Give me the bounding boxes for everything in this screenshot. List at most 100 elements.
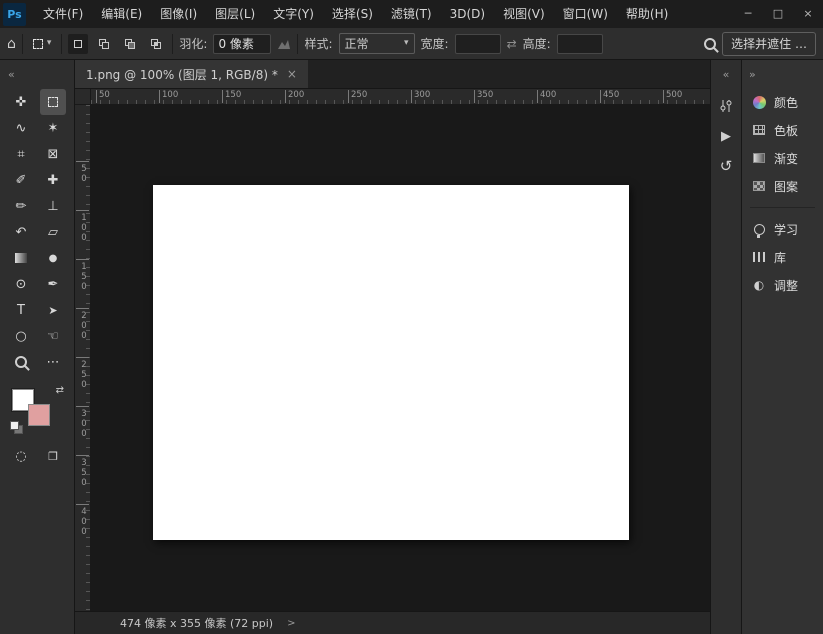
lasso-tool[interactable]: ∿ [8,115,34,141]
vertical-ruler[interactable]: 50 100 150 200 250 300 350 400 [75,105,91,611]
style-label: 样式: [304,37,333,51]
menu-view[interactable]: 视图(V) [494,0,554,28]
eraser-tool[interactable]: ▱ [40,219,66,245]
path-selection-tool[interactable]: ➤ [40,297,66,323]
panel-label: 图案 [774,179,799,194]
menu-edit[interactable]: 编辑(E) [92,0,151,28]
ruler-label: 450 [600,90,619,103]
horizontal-type-tool[interactable]: T [8,297,34,323]
panel-item-color[interactable]: 颜色 [742,88,823,116]
menu-window[interactable]: 窗口(W) [554,0,617,28]
new-selection-button[interactable] [68,33,89,54]
panel-item-gradients[interactable]: 渐变 [742,144,823,172]
panel-item-adjustments[interactable]: ◐ 调整 [742,271,823,299]
hand-tool[interactable]: ☜ [40,323,66,349]
swap-colors-icon[interactable]: ⇄ [56,385,64,396]
default-colors-icon[interactable] [10,421,23,434]
properties-panel-button[interactable] [714,94,738,118]
add-to-selection-button[interactable] [94,34,114,54]
ellipse-tool[interactable]: ○ [8,323,34,349]
expand-panels-icon[interactable]: « [723,68,730,81]
select-and-mask-button[interactable]: 选择并遮住 … [722,31,816,56]
feather-label: 羽化: [179,37,208,51]
history-panel-button[interactable]: ↺ [714,154,738,178]
ruler-label: 300 [76,406,89,439]
menu-select[interactable]: 选择(S) [323,0,382,28]
clone-stamp-tool[interactable]: ⊥ [40,193,66,219]
history-icon: ↺ [719,157,733,175]
ruler-label: 200 [76,308,89,341]
quick-selection-tool[interactable]: ✶ [40,115,66,141]
spot-healing-brush-tool[interactable]: ✚ [40,167,66,193]
menu-file[interactable]: 文件(F) [34,0,92,28]
search-icon[interactable] [704,37,717,50]
panel-item-learn[interactable]: 学习 [742,215,823,243]
dodge-tool[interactable]: ⊙ [8,271,34,297]
document-canvas[interactable] [153,185,629,540]
background-color-swatch[interactable] [28,404,50,426]
crop-tool[interactable]: ⌗ [8,141,34,167]
document-tab[interactable]: 1.png @ 100% (图层 1, RGB/8) * × [75,60,308,88]
menu-help[interactable]: 帮助(H) [617,0,677,28]
panel-label: 渐变 [774,151,799,166]
status-expand-icon[interactable]: > [287,618,295,629]
height-input[interactable] [556,33,603,54]
history-brush-tool[interactable]: ↶ [8,219,34,245]
collapse-tools-icon[interactable]: « [8,68,15,81]
actions-panel-button[interactable]: ▶ [714,124,738,148]
menu-filter[interactable]: 滤镜(T) [382,0,441,28]
right-panel-header: » [742,60,823,88]
minimize-button[interactable]: ─ [733,0,763,28]
gradient-tool[interactable] [8,245,34,271]
menu-3d[interactable]: 3D(D) [441,0,494,28]
close-button[interactable]: × [793,0,823,28]
zoom-tool[interactable] [8,349,34,375]
horizontal-ruler[interactable]: 50 100 150 200 250 300 350 400 450 500 [91,89,710,105]
panel-label: 色板 [774,123,799,138]
ruler-label: 400 [76,504,89,537]
pen-tool[interactable]: ✒ [40,271,66,297]
maximize-button[interactable]: □ [763,0,793,28]
panel-label: 调整 [774,278,799,293]
lightbulb-icon [752,222,766,238]
ruler-label: 50 [96,90,110,103]
document-tab-title: 1.png @ 100% (图层 1, RGB/8) * [86,67,278,82]
ruler-label: 200 [285,90,304,103]
ruler-label: 100 [76,210,89,243]
ruler-origin-corner[interactable] [75,89,91,105]
quick-mask-button[interactable]: ◌ [8,443,34,469]
blur-tool[interactable]: ● [40,245,66,271]
ruler-label: 350 [474,90,493,103]
menu-image[interactable]: 图像(I) [151,0,206,28]
tab-close-icon[interactable]: × [287,67,297,81]
home-icon[interactable]: ⌂ [7,37,16,51]
move-tool[interactable]: ✜ [8,89,34,115]
width-input[interactable] [454,33,501,54]
panel-item-patterns[interactable]: 图案 [742,172,823,200]
rectangular-marquee-tool[interactable] [40,89,66,115]
tool-grid: ✜ ∿ ✶ ⌗ ⊠ ✐ ✚ ✏ ⊥ ↶ ▱ ● ⊙ ✒ T ➤ ○ ☜ ⋯ [0,89,74,375]
menu-layer[interactable]: 图层(L) [206,0,264,28]
style-select[interactable]: 正常 ▾ [338,33,415,54]
eyedropper-tool[interactable]: ✐ [8,167,34,193]
history-brush-icon: ↶ [15,224,27,240]
edit-toolbar-button[interactable]: ⋯ [40,349,66,375]
menu-type[interactable]: 文字(Y) [264,0,323,28]
panel-item-libraries[interactable]: 库 [742,243,823,271]
brush-tool[interactable]: ✏ [8,193,34,219]
tools-panel: « ✜ ∿ ✶ ⌗ ⊠ ✐ ✚ ✏ ⊥ ↶ ▱ ● ⊙ ✒ T ➤ ○ ☜ ⋯ [0,60,75,634]
divider [297,33,299,54]
frame-tool-icon: ⊠ [47,146,59,162]
intersect-selection-button[interactable] [146,34,166,54]
window-controls: ─ □ × [733,0,823,28]
collapse-panels-icon[interactable]: » [749,68,756,81]
lasso-tool-icon: ∿ [15,120,27,136]
swap-dimensions-icon[interactable]: ⇄ [507,38,517,50]
feather-input[interactable] [213,33,272,54]
frame-tool[interactable]: ⊠ [40,141,66,167]
screen-mode-button[interactable]: ❐ [40,443,66,469]
subtract-from-selection-button[interactable] [120,34,140,54]
tool-preset-picker[interactable]: ▾ [29,36,56,52]
panel-item-swatches[interactable]: 色板 [742,116,823,144]
strip-header: « [711,60,741,88]
